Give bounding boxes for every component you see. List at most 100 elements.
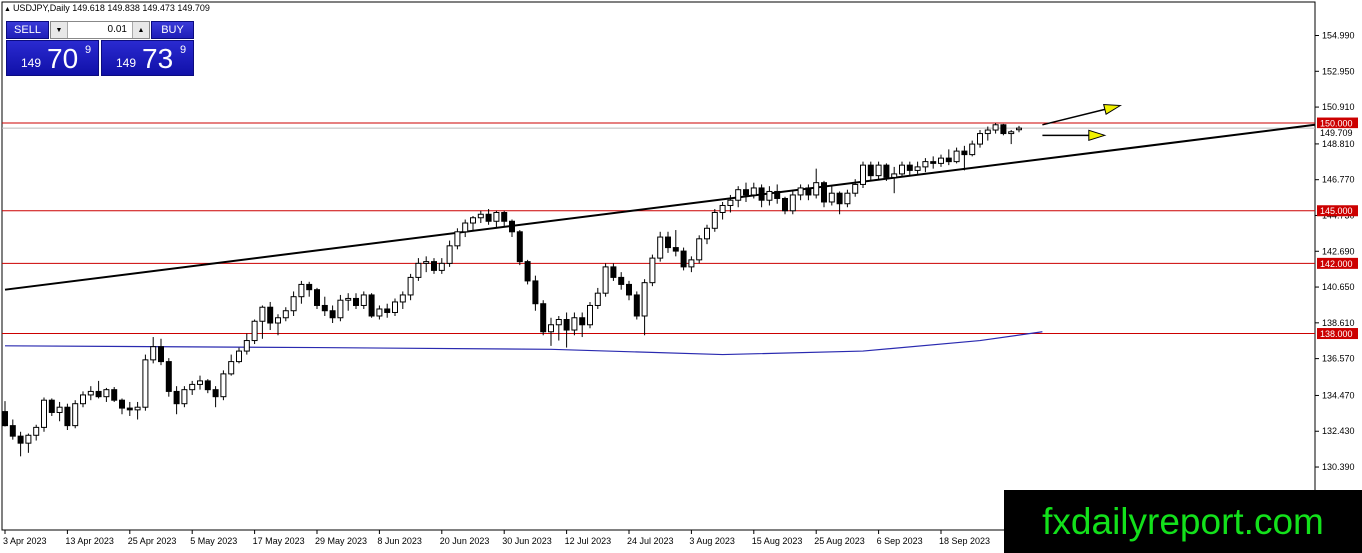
candle-body-bear [618, 276, 625, 285]
sell-price-main: 70 [47, 43, 79, 74]
candle [111, 387, 118, 402]
candle-body-bear [267, 306, 274, 324]
buy-price-prefix: 149 [116, 56, 137, 70]
candle [72, 400, 79, 429]
candle-body-bear [126, 407, 133, 411]
candle-body-bull [87, 390, 94, 396]
symbol-line: USDJPY,Daily 149.618 149.838 149.473 149… [12, 3, 210, 13]
candle [314, 287, 320, 309]
candle-body-bull [251, 320, 258, 342]
y-tick-label: 138.610 [1322, 318, 1355, 328]
candle-body-bear [329, 310, 336, 319]
candle-body-bull [899, 164, 905, 175]
price-labels: 150.000 145.000 142.000 138.000 149.709 [1317, 117, 1358, 340]
candle-body-bull [360, 294, 367, 306]
triangle-up-icon[interactable]: ▲ [132, 22, 149, 38]
buy-price-pip: 9 [180, 44, 187, 56]
x-tick-label: 3 Aug 2023 [689, 536, 735, 546]
x-tick-label: 25 Apr 2023 [128, 536, 177, 546]
candle-body-bull [345, 297, 352, 301]
candle-body-bull [298, 283, 305, 298]
candle [165, 358, 172, 397]
candle-body-bear [774, 190, 781, 199]
candle-body-bear [633, 294, 640, 317]
candle-body-bear [821, 182, 827, 203]
sell-price-box[interactable]: 149 70 9 [6, 40, 99, 76]
candle-body-bear [680, 250, 687, 268]
candle-body-bear [353, 297, 359, 306]
x-tick-label: 25 Aug 2023 [814, 536, 865, 546]
level-label: 142.000 [1320, 259, 1353, 269]
chart-header: ▲ USDJPY,Daily 149.618 149.838 149.473 14… [4, 3, 210, 13]
candle-body-bull [735, 189, 742, 201]
candle [587, 301, 593, 329]
sell-button[interactable]: SELL [6, 21, 49, 39]
candle-body-bear [17, 435, 24, 444]
candle-body-bear [314, 289, 320, 306]
candle [680, 247, 687, 271]
x-tick-label: 15 Aug 2023 [752, 536, 803, 546]
candle-body-bull [72, 403, 79, 427]
candle-body-bear [836, 192, 843, 205]
candle-body-bull [914, 166, 921, 171]
candle-body-bear [743, 189, 749, 196]
candle-body-bear [64, 406, 71, 427]
candle [64, 403, 71, 431]
candle-body-bull [282, 310, 289, 319]
candle-body-bull [953, 150, 960, 163]
lot-value: 0.01 [107, 24, 127, 35]
sell-price-pip: 9 [85, 44, 92, 56]
candle-body-bear [384, 308, 391, 313]
candle [540, 300, 547, 336]
one-click-trade-panel: SELL ▼ 0.01 ▲ BUY 149 70 9 149 73 9 [6, 21, 194, 76]
candle-body-bear [610, 266, 617, 278]
candle-body-bull [423, 261, 430, 264]
candle [633, 291, 640, 320]
candle [711, 208, 718, 232]
lot-size-input[interactable]: ▼ 0.01 ▲ [50, 21, 150, 39]
triangle-down-icon[interactable]: ▼ [51, 22, 68, 38]
candle-body-bear [173, 390, 180, 405]
candle-body-bull [392, 301, 398, 313]
candle-body-bear [782, 197, 788, 212]
candlestick-chart[interactable]: 154.990152.950150.910148.810146.770144.7… [0, 0, 1362, 553]
candle-body-bear [1000, 124, 1007, 135]
candle-body-bull [290, 296, 297, 312]
candle-body-bull [969, 143, 976, 156]
level-label: 145.000 [1320, 206, 1353, 216]
candle-body-bull [813, 182, 820, 196]
candle-body-bear [930, 161, 937, 164]
candle-body-bull [228, 361, 235, 375]
y-tick-label: 136.570 [1322, 354, 1355, 364]
candle [220, 370, 227, 401]
buy-price-main: 73 [142, 43, 174, 74]
candle-body-bull [103, 389, 110, 398]
candle-body-bear [867, 164, 874, 177]
candle-body-bear [431, 261, 437, 271]
candle-body-bull [142, 359, 149, 408]
candle-body-bear [9, 425, 16, 437]
candle-body-bear [563, 319, 570, 331]
candle [602, 263, 609, 297]
candle-body-bull [189, 383, 196, 391]
candle-body-bear [321, 304, 328, 312]
candle-body-bull [602, 266, 609, 294]
candle-body-bull [462, 222, 469, 233]
candle-body-bear [509, 220, 515, 233]
candle-body-bear [805, 187, 812, 196]
candle [368, 293, 375, 318]
y-axis: 154.990152.950150.910148.810146.770144.7… [1315, 31, 1355, 508]
candle-body-bull [197, 380, 203, 385]
buy-button[interactable]: BUY [151, 21, 194, 39]
candle-body-bull [860, 164, 866, 185]
y-tick-label: 134.470 [1322, 390, 1355, 400]
candle-body-bull [571, 317, 578, 331]
x-tick-label: 6 Sep 2023 [877, 536, 923, 546]
candle [516, 230, 523, 266]
buy-price-box[interactable]: 149 73 9 [101, 40, 194, 76]
candle-body-bear [306, 283, 313, 291]
candle-body-bull [470, 217, 476, 224]
candle-body-bull [243, 340, 250, 352]
candle-body-bull [891, 173, 898, 178]
candle-body-bull [548, 324, 554, 333]
